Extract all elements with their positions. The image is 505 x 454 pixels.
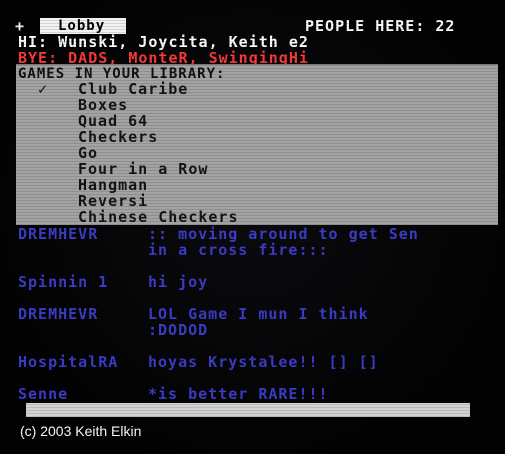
chat-text: LOL Game I mun I think:DODOD xyxy=(148,306,369,338)
chat-text: hoyas Krystalee!! [] [] xyxy=(148,354,379,370)
chat-message: DREMHEVR LOL Game I mun I think:DODOD xyxy=(18,306,369,338)
check-icon: ✓ xyxy=(38,80,49,98)
copyright-notice: (c) 2003 Keith Elkin xyxy=(20,423,142,439)
people-here-label: PEOPLE HERE: xyxy=(305,17,426,35)
chat-message: Spinnin 1 hi joy xyxy=(18,274,208,290)
chat-text-line: LOL Game I mun I think xyxy=(148,305,369,323)
people-here-count: 22 xyxy=(435,17,456,35)
game-item-chinese-checkers[interactable]: Chinese Checkers xyxy=(16,209,239,225)
chat-text-line: hoyas Krystalee!! [] [] xyxy=(148,353,379,371)
games-list: ✓ Club Caribe Boxes Quad 64 Checkers Go … xyxy=(16,81,239,225)
chat-message: HospitalRA hoyas Krystalee!! [] [] xyxy=(18,354,379,370)
chat-sender: Senne xyxy=(18,385,69,403)
game-item-checkers[interactable]: Checkers xyxy=(16,129,239,145)
add-button[interactable]: + xyxy=(15,18,25,34)
chat-text-line: :: moving around to get Sen xyxy=(148,225,419,243)
chat-sender: DREMHEVR xyxy=(18,225,99,243)
game-item-reversi[interactable]: Reversi xyxy=(16,193,239,209)
game-item-hangman[interactable]: Hangman xyxy=(16,177,239,193)
chat-text-line: hi joy xyxy=(148,273,209,291)
people-here-counter: PEOPLE HERE: 22 xyxy=(305,18,455,34)
chat-text: :: moving around to get Sen in a cross fi… xyxy=(148,226,419,258)
chat-text: hi joy xyxy=(148,274,208,290)
game-label: Chinese Checkers xyxy=(78,208,239,226)
games-library-menu: GAMES IN YOUR LIBRARY: ✓ Club Caribe Box… xyxy=(16,64,498,225)
arrivals-line: HI: Wunski, Joycita, Keith e2 xyxy=(18,33,309,51)
lobby-tab[interactable]: Lobby xyxy=(40,18,126,34)
chat-message: Senne *is better RARE!!! xyxy=(18,386,329,402)
game-item-club-caribe[interactable]: ✓ Club Caribe xyxy=(16,81,239,97)
games-library-title: GAMES IN YOUR LIBRARY: xyxy=(18,66,226,82)
chat-sender: Spinnin 1 xyxy=(18,273,109,291)
tv-screen: + Lobby PEOPLE HERE: 22 HI: Wunski, Joyc… xyxy=(0,0,505,454)
chat-text-line: :DODOD xyxy=(148,321,209,339)
chat-text: *is better RARE!!! xyxy=(148,386,329,402)
game-item-quad-64[interactable]: Quad 64 xyxy=(16,113,239,129)
game-item-boxes[interactable]: Boxes xyxy=(16,97,239,113)
game-item-four-in-a-row[interactable]: Four in a Row xyxy=(16,161,239,177)
chat-text-line: in a cross fire::: xyxy=(148,241,329,259)
chat-sender: HospitalRA xyxy=(18,353,119,371)
game-item-go[interactable]: Go xyxy=(16,145,239,161)
chat-sender: DREMHEVR xyxy=(18,305,99,323)
chat-text-line: *is better RARE!!! xyxy=(148,385,329,403)
chat-input[interactable] xyxy=(26,403,470,417)
chat-message: DREMHEVR:: moving around to get Sen in a … xyxy=(18,226,419,258)
